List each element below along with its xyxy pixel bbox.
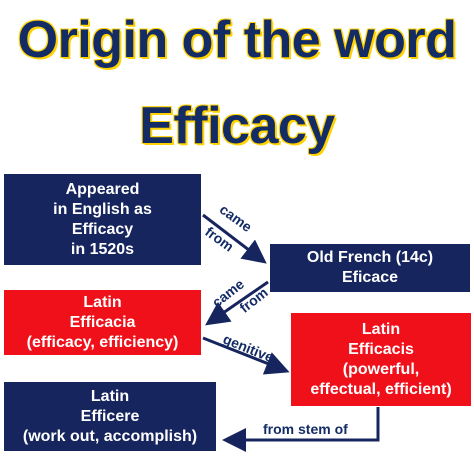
box-appeared-line-1: Appeared	[65, 180, 140, 198]
box-efficacis-line-1: Latin	[361, 320, 401, 338]
box-oldfrench-line-2: Eficace	[341, 269, 399, 286]
box-efficere-line-2: Efficere	[80, 407, 140, 425]
box-efficacia-line-1: Latin	[83, 293, 122, 311]
box-appeared-line-3: Efficacy	[71, 220, 134, 238]
box-appeared-line-4: in 1520s	[70, 240, 135, 258]
box-latin-efficacia: Latin Efficacia (efficacy, efficiency)	[4, 290, 201, 355]
box-appeared-in-english: Appeared in English as Efficacy in 1520s	[4, 174, 201, 265]
box-efficere-line-1: Latin	[90, 387, 130, 405]
box-efficere-line-3: (work out, accomplish)	[22, 427, 198, 445]
box-latin-efficere: Latin Efficere (work out, accomplish)	[4, 382, 216, 451]
box-efficacia-line-3: (efficacy, efficiency)	[26, 333, 179, 351]
box-efficacia-line-2: Efficacia	[69, 313, 136, 331]
box-oldfrench-line-1: Old French (14c)	[306, 249, 434, 266]
box-efficacis-line-2: Efficacis	[348, 340, 414, 358]
arrow-label-from-stem-of: from stem of	[263, 421, 348, 437]
box-efficacis-line-3: (powerful,	[342, 360, 420, 378]
box-appeared-line-2: in English as	[53, 200, 152, 218]
box-latin-efficacis: Latin Efficacis (powerful, effectual, ef…	[291, 313, 471, 406]
box-efficacis-line-4: effectual, efficient)	[310, 380, 452, 398]
box-old-french: Old French (14c) Eficace	[270, 244, 470, 292]
